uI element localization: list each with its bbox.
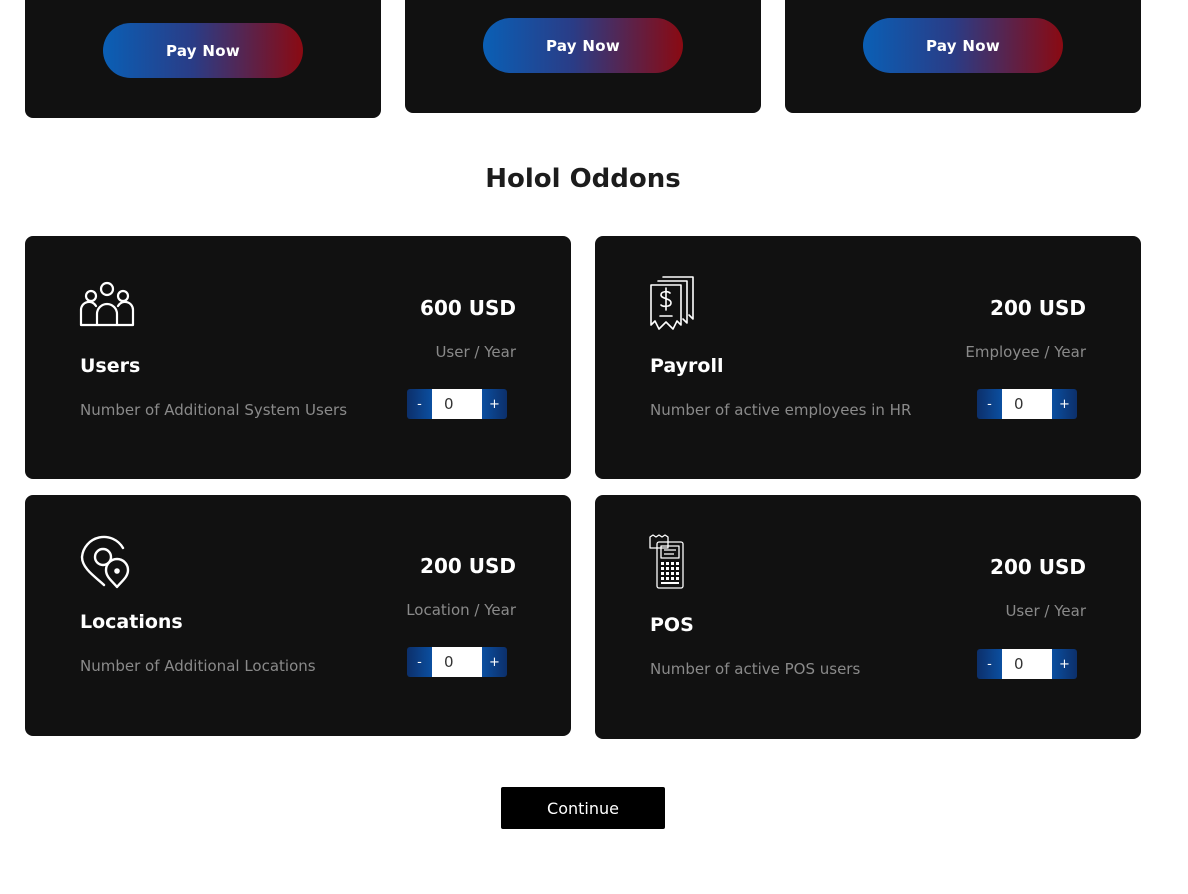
location-pin-icon xyxy=(79,535,133,593)
quantity-stepper: - + xyxy=(407,389,507,419)
plan-card: Pay Now xyxy=(405,0,761,113)
addon-price: 200 USD xyxy=(990,555,1086,579)
decrement-button[interactable]: - xyxy=(407,647,432,677)
addon-card-users: Users Number of Additional System Users … xyxy=(25,236,571,479)
plan-card: Pay Now xyxy=(785,0,1141,113)
addon-price: 600 USD xyxy=(420,296,516,320)
addon-description: Number of Additional System Users xyxy=(80,401,348,419)
pay-now-button[interactable]: Pay Now xyxy=(863,18,1063,73)
quantity-input[interactable] xyxy=(432,647,482,677)
decrement-button[interactable]: - xyxy=(977,649,1002,679)
pos-terminal-icon xyxy=(649,534,691,594)
pay-now-button[interactable]: Pay Now xyxy=(103,23,303,78)
increment-button[interactable]: + xyxy=(482,389,507,419)
addon-name: Users xyxy=(80,355,141,377)
decrement-button[interactable]: - xyxy=(407,389,432,419)
addon-name: POS xyxy=(650,614,694,636)
addon-price: 200 USD xyxy=(990,296,1086,320)
quantity-input[interactable] xyxy=(1002,649,1052,679)
addon-description: Number of active POS users xyxy=(650,660,861,678)
section-title: Holol Oddons xyxy=(485,164,681,194)
addon-card-locations: Locations Number of Additional Locations… xyxy=(25,495,571,736)
addon-unit: Employee / Year xyxy=(965,343,1086,361)
page: Pay Now Pay Now Pay Now Holol Oddons Use… xyxy=(0,0,1188,894)
increment-button[interactable]: + xyxy=(1052,649,1077,679)
continue-button[interactable]: Continue xyxy=(501,787,665,829)
decrement-button[interactable]: - xyxy=(977,389,1002,419)
receipt-dollar-icon xyxy=(649,275,695,335)
addon-description: Number of Additional Locations xyxy=(80,657,316,675)
increment-button[interactable]: + xyxy=(482,647,507,677)
addon-unit: Location / Year xyxy=(406,601,516,619)
addon-name: Payroll xyxy=(650,355,724,377)
addon-name: Locations xyxy=(80,611,183,633)
quantity-input[interactable] xyxy=(1002,389,1052,419)
addon-description: Number of active employees in HR xyxy=(650,401,912,419)
addon-unit: User / Year xyxy=(1005,602,1086,620)
quantity-input[interactable] xyxy=(432,389,482,419)
addon-card-payroll: Payroll Number of active employees in HR… xyxy=(595,236,1141,479)
addon-price: 200 USD xyxy=(420,554,516,578)
increment-button[interactable]: + xyxy=(1052,389,1077,419)
pay-now-button[interactable]: Pay Now xyxy=(483,18,683,73)
quantity-stepper: - + xyxy=(977,649,1077,679)
quantity-stepper: - + xyxy=(407,647,507,677)
plan-card: Pay Now xyxy=(25,0,381,118)
users-group-icon xyxy=(79,280,135,332)
quantity-stepper: - + xyxy=(977,389,1077,419)
addon-unit: User / Year xyxy=(435,343,516,361)
addon-card-pos: POS Number of active POS users 200 USD U… xyxy=(595,495,1141,739)
